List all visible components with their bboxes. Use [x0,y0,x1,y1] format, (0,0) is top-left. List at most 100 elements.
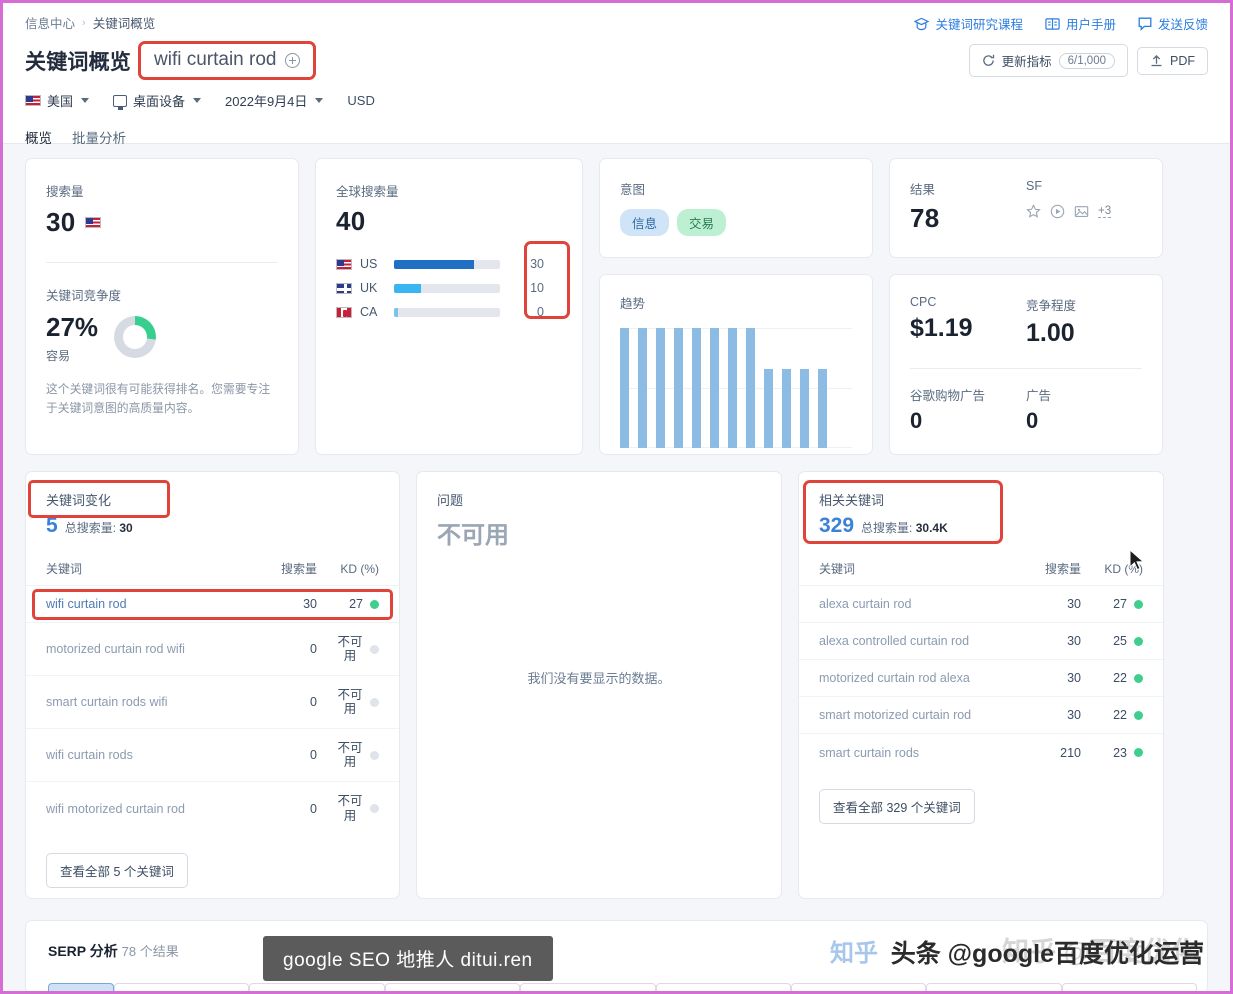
kd-dot-icon [1134,636,1143,646]
serp-cell[interactable] [1061,983,1197,991]
volume-label: 搜索量 [46,185,84,199]
export-pdf-label: PDF [1170,53,1195,68]
table-row[interactable]: smart motorized curtain rod 30 22 [799,697,1163,734]
row-kd-value: 不可用 [337,687,363,716]
star-icon[interactable] [1026,204,1041,219]
intent-trend-column: 意图 信息 交易 趋势 [599,158,873,455]
trend-bar [746,328,755,448]
keyword-link[interactable]: alexa controlled curtain rod [819,634,1023,648]
questions-empty-message: 我们没有要显示的数据。 [527,671,671,686]
column-volume: 搜索量 [1044,562,1081,576]
related-total-label: 总搜索量: [861,521,913,535]
flag-us-icon [25,95,41,106]
card-global-volume: 全球搜索量 40 US 30 UK 10 CA 0 [315,158,583,455]
keyword-link[interactable]: alexa curtain rod [819,597,1023,611]
row-kd-value: 不可用 [337,794,363,823]
table-row[interactable]: motorized curtain rod wifi 0 不可用 [26,623,399,676]
volume-bar [394,283,500,293]
sf-more-badge[interactable]: +3 [1098,205,1112,218]
serp-cell[interactable] [790,983,927,991]
panel-related-keywords: 相关关键词 329 总搜索量: 30.4K 关键词 搜索量 KD (%) ale… [798,471,1164,899]
serp-cell[interactable] [520,983,656,991]
table-row[interactable]: alexa curtain rod 30 27 [799,586,1163,623]
related-header: 相关关键词 329 总搜索量: 30.4K [799,472,1163,544]
view-all-variations-button[interactable]: 查看全部 5 个关键词 [46,853,188,888]
status-badge-transactional[interactable]: 交易 [677,209,727,236]
serp-results-count: 78 个结果 [121,944,179,959]
volume-bar [394,259,500,269]
table-row[interactable]: wifi curtain rods 0 不可用 [26,729,399,782]
header-links: 关键词研究课程 用户手册 发送反馈 [914,14,1208,33]
image-icon[interactable] [1074,204,1089,219]
variations-title: 关键词变化 [46,493,112,508]
tables-row: 关键词变化 5 总搜索量: 30 关键词 搜索量 KD (%) wifi cur… [25,471,1208,899]
kd-dot-icon [1134,673,1143,683]
flag-us-icon [84,217,101,228]
list-item: CA 0 [336,300,562,324]
country-selector[interactable]: 美国 [25,91,90,110]
keyword-link[interactable]: motorized curtain rod wifi [46,642,259,656]
keyword-link[interactable]: smart curtain rods [819,746,1023,760]
table-row[interactable]: wifi motorized curtain rod 0 不可用 [26,782,399,835]
device-selector[interactable]: 桌面设备 [113,91,202,110]
table-row[interactable]: alexa controlled curtain rod 30 25 [799,623,1163,660]
serp-cell-active[interactable] [48,983,114,991]
trend-bar [764,368,773,448]
card-results: 结果 78 SF +3 [889,158,1163,258]
serp-cell[interactable] [655,983,791,991]
column-keyword: 关键词 [46,562,83,576]
update-metrics-button[interactable]: 更新指标 6/1,000 [968,44,1128,77]
row-kd-value: 不可用 [337,740,363,769]
keyword-link[interactable]: wifi curtain rods [46,748,259,762]
row-volume: 0 [310,748,317,762]
panel-questions: 问题 不可用 我们没有要显示的数据。 [416,471,782,899]
desktop-monitor-icon [113,94,128,110]
kd-description: 这个关键词很有可能获得排名。您需要专注于关键词意图的高质量内容。 [46,382,271,416]
country-volume: 30 [530,257,544,271]
serp-cell[interactable] [249,983,385,991]
play-circle-icon[interactable] [1050,204,1065,219]
column-keyword: 关键词 [819,562,856,576]
keyword-link[interactable]: wifi motorized curtain rod [46,802,259,816]
shopping-ads-value: 0 [910,408,923,433]
trend-bar [800,368,809,448]
breadcrumb-current: 关键词概览 [92,17,156,31]
date-selector[interactable]: 2022年9月4日 [225,91,324,110]
table-row[interactable]: wifi curtain rod 30 27 [26,586,399,623]
link-keyword-course[interactable]: 关键词研究课程 [914,14,1023,33]
breadcrumb-home[interactable]: 信息中心 [25,13,75,32]
serp-cell[interactable] [384,983,521,991]
filters-row: 美国 桌面设备 2022年9月4日 USD [25,91,1208,110]
table-row[interactable]: smart curtain rods wifi 0 不可用 [26,676,399,729]
row-kd-value: 22 [1113,671,1127,685]
keyword-link[interactable]: motorized curtain rod alexa [819,671,1023,685]
keyword-link[interactable]: wifi curtain rod [46,597,259,611]
results-value: 78 [910,203,940,233]
trend-bar [620,328,629,448]
keyword-field-highlight[interactable]: wifi curtain rod [138,41,316,80]
view-all-related-button[interactable]: 查看全部 329 个关键词 [819,789,975,824]
link-label: 用户手册 [1065,18,1116,32]
row-kd-value: 27 [1113,597,1127,611]
card-trend: 趋势 [599,274,873,455]
serp-cell[interactable] [926,983,1062,991]
variations-total-value: 30 [119,521,133,535]
table-row[interactable]: smart curtain rods 210 23 [799,734,1163,771]
add-keyword-icon[interactable] [284,52,300,68]
kd-level: 容易 [46,349,71,363]
table-row[interactable]: motorized curtain rod alexa 30 22 [799,660,1163,697]
country-label: 美国 [47,94,74,109]
keyword-link[interactable]: smart motorized curtain rod [819,708,1023,722]
keyword-link[interactable]: smart curtain rods wifi [46,695,259,709]
trend-bar [728,328,737,448]
global-volume-label: 全球搜索量 [336,185,399,199]
kd-dot-icon [370,644,379,654]
kd-dot-icon [370,697,379,707]
export-pdf-button[interactable]: PDF [1137,46,1208,75]
competition-value: 1.00 [1026,319,1075,347]
serp-cell[interactable] [114,983,250,991]
link-send-feedback[interactable]: 发送反馈 [1138,14,1208,33]
status-badge-informational[interactable]: 信息 [620,209,670,236]
link-user-manual[interactable]: 用户手册 [1045,14,1116,33]
column-volume: 搜索量 [280,562,317,576]
